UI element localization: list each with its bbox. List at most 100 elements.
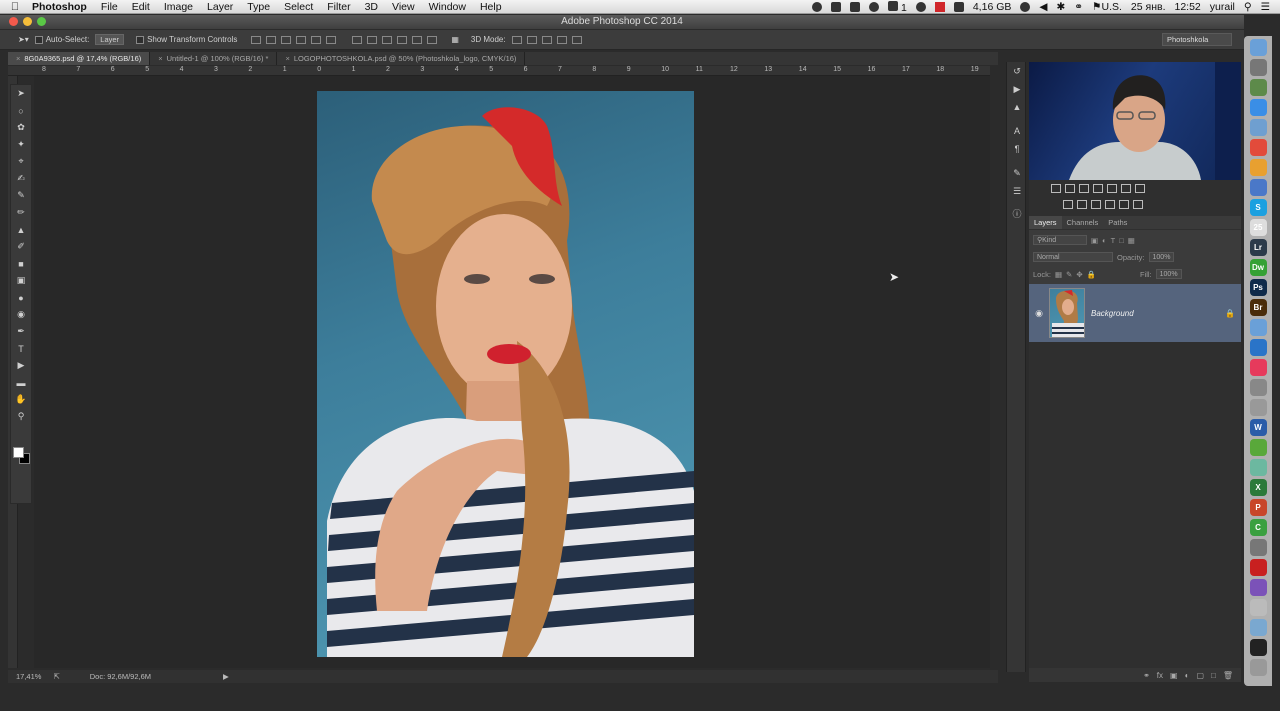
menu-view[interactable]: View <box>385 1 422 13</box>
sync-tray-icon[interactable] <box>915 2 926 12</box>
pen-tool-icon[interactable]: ✒ <box>11 323 31 340</box>
canvas-area[interactable]: ➤ <box>34 76 990 668</box>
wifi-icon[interactable]: ⚭ <box>1074 1 1083 13</box>
time-machine-icon[interactable] <box>1020 2 1031 12</box>
path-selection-tool-icon[interactable]: ▶ <box>11 357 31 374</box>
clone-stamp-tool-icon[interactable]: ▲ <box>11 221 31 238</box>
auto-select-checkbox[interactable]: Auto-Select: <box>34 35 89 44</box>
auto-align-icon[interactable]: ▦ <box>451 35 459 44</box>
camtasia-icon[interactable]: C <box>1249 519 1267 536</box>
curves-icon[interactable] <box>1079 184 1089 193</box>
channel-mixer-icon[interactable] <box>1091 200 1101 209</box>
horizontal-ruler[interactable]: 8 7 6 5 4 3 2 1 0 1 2 3 4 5 6 7 8 9 10 11 12 13 14 15 16 17 18 19 <box>8 66 990 76</box>
brush-tool-icon[interactable]: ✏ <box>11 204 31 221</box>
fill-input[interactable]: 100% <box>1155 269 1182 279</box>
crop-tool-icon[interactable]: ⌖ <box>11 153 31 170</box>
zoom-level[interactable]: 17,41% <box>16 672 41 681</box>
lightroom-icon[interactable]: Lr <box>1249 239 1267 256</box>
drag-3d-icon[interactable] <box>541 35 552 44</box>
filter-shape-icon[interactable]: □ <box>1119 236 1124 245</box>
chrome-icon[interactable] <box>1249 139 1267 156</box>
memory-readout[interactable]: 4,16 GB <box>973 1 1012 13</box>
finder-icon[interactable] <box>1249 39 1267 56</box>
clock-date[interactable]: 25 янв. <box>1131 1 1166 13</box>
volume-icon[interactable]: ◀ <box>1039 1 1047 13</box>
layer-row-background[interactable]: ◉ Background 🔒 <box>1029 284 1241 342</box>
apple-menu-icon[interactable]:  <box>0 1 30 13</box>
new-adjustment-icon[interactable]: ◐ <box>1185 671 1190 680</box>
adjustments-panel-icon[interactable]: ☰ <box>1007 182 1027 200</box>
viber-icon[interactable] <box>1249 579 1267 596</box>
folder-icon[interactable] <box>1249 619 1267 636</box>
tray-app-icon[interactable] <box>831 2 842 12</box>
tray-app2-icon[interactable] <box>850 2 861 12</box>
scale-3d-icon[interactable] <box>571 35 582 44</box>
tab-untitled-1[interactable]: × Untitled-1 @ 100% (RGB/16) * <box>150 52 278 65</box>
filter-smart-object-icon[interactable]: ▦ <box>1128 236 1135 245</box>
system-prefs-icon[interactable] <box>1249 379 1267 396</box>
actions-panel-icon[interactable]: ▶ <box>1007 80 1027 98</box>
zoom-tool-icon[interactable]: ⚲ <box>11 408 31 425</box>
align-top-icon[interactable] <box>251 35 262 44</box>
new-group-icon[interactable]: ▢ <box>1196 671 1204 680</box>
healing-brush-tool-icon[interactable]: ✎ <box>11 187 31 204</box>
history-panel-icon[interactable]: ↺ <box>1007 62 1027 80</box>
blend-mode-dropdown[interactable]: Normal <box>1033 252 1113 262</box>
distribute-left-icon[interactable] <box>397 35 408 44</box>
utilities-icon[interactable] <box>1249 539 1267 556</box>
kind-filter-dropdown[interactable]: ⚲Kind <box>1033 235 1087 245</box>
gradient-tool-icon[interactable]: ▣ <box>11 272 31 289</box>
delete-layer-icon[interactable]: 🗑 <box>1223 671 1233 680</box>
close-tab-icon[interactable]: × <box>158 54 162 63</box>
color-lookup-icon[interactable] <box>1105 200 1115 209</box>
acrobat-icon[interactable] <box>1249 559 1267 576</box>
menu-filter[interactable]: Filter <box>320 1 357 13</box>
workspace-switcher[interactable]: Photoshkola <box>1162 33 1232 46</box>
user-name[interactable]: yurail <box>1210 1 1235 13</box>
tab-layers[interactable]: Layers <box>1029 216 1062 229</box>
safari-icon[interactable] <box>1249 99 1267 116</box>
mail-icon[interactable] <box>1249 119 1267 136</box>
menu-window[interactable]: Window <box>422 1 473 13</box>
word-icon[interactable]: W <box>1249 419 1267 436</box>
input-source[interactable]: ⚑U.S. <box>1092 1 1122 13</box>
document-photo[interactable] <box>317 91 694 657</box>
bluetooth-icon[interactable]: ✱ <box>1056 1 1065 13</box>
downloads-icon[interactable] <box>1249 599 1267 616</box>
align-right-icon[interactable] <box>326 35 337 44</box>
new-layer-icon[interactable]: □ <box>1211 671 1216 680</box>
lock-paint-icon[interactable]: ✎ <box>1066 270 1072 279</box>
spotlight-icon[interactable]: ⚲ <box>1244 1 1252 13</box>
tab-channels[interactable]: Channels <box>1062 216 1104 229</box>
distribute-hcenter-icon[interactable] <box>412 35 423 44</box>
move-tool-icon[interactable]: ➤ <box>11 85 31 102</box>
history-brush-tool-icon[interactable]: ✐ <box>11 238 31 255</box>
evernote-icon[interactable] <box>1249 439 1267 456</box>
close-window-button[interactable] <box>9 17 18 26</box>
zoom-window-button[interactable] <box>37 17 46 26</box>
transform-controls-checkbox[interactable]: Show Transform Controls <box>136 35 237 44</box>
auto-select-dropdown[interactable]: Layer <box>95 34 125 45</box>
memory-tray-icon[interactable] <box>953 2 964 12</box>
minimize-window-button[interactable] <box>23 17 32 26</box>
marquee-tool-icon[interactable]: ○ <box>11 102 31 119</box>
tab-logophotoshkola[interactable]: × LOGOPHOTOSHKOLA.psd @ 50% (Photoshkola_… <box>277 52 526 65</box>
align-left-icon[interactable] <box>296 35 307 44</box>
blur-tool-icon[interactable]: ● <box>11 289 31 306</box>
powerpoint-icon[interactable]: P <box>1249 499 1267 516</box>
excel-icon[interactable]: X <box>1249 479 1267 496</box>
dodge-tool-icon[interactable]: ◉ <box>11 306 31 323</box>
menu-file[interactable]: File <box>94 1 125 13</box>
chrome-dev-icon[interactable] <box>1249 179 1267 196</box>
itunes-icon[interactable] <box>1249 359 1267 376</box>
hand-tool-icon[interactable]: ✋ <box>11 391 31 408</box>
lock-all-icon[interactable]: 🔒 <box>1087 270 1096 279</box>
finder2-icon[interactable] <box>1249 319 1267 336</box>
menu-image[interactable]: Image <box>157 1 200 13</box>
layer-name[interactable]: Background <box>1091 309 1225 318</box>
layer-thumbnail[interactable] <box>1049 288 1085 338</box>
tab-paths[interactable]: Paths <box>1103 216 1132 229</box>
menu-help[interactable]: Help <box>473 1 509 13</box>
lock-position-icon[interactable]: ✥ <box>1076 270 1082 279</box>
paragraph-panel-icon[interactable]: ¶ <box>1007 140 1027 158</box>
